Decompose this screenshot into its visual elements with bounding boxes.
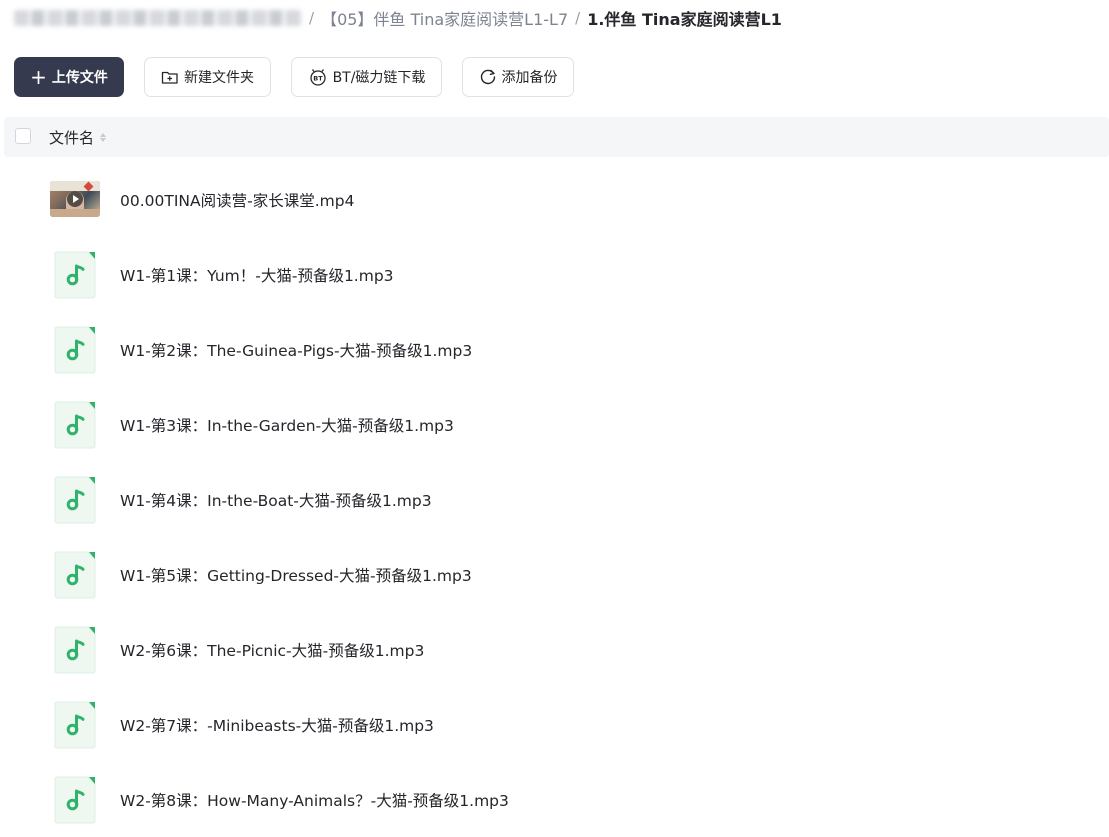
music-note-icon — [54, 401, 96, 449]
sync-icon — [479, 68, 497, 86]
play-icon — [67, 191, 83, 207]
music-note-icon — [54, 701, 96, 749]
svg-text:BT: BT — [313, 75, 323, 83]
upload-file-label: 上传文件 — [51, 70, 108, 86]
file-name[interactable]: W1-第5课：Getting-Dressed-大猫-预备级1.mp3 — [120, 537, 472, 612]
bt-magnet-download-button[interactable]: BT BT/磁力链下载 — [291, 57, 442, 97]
column-header-filename[interactable]: 文件名 — [49, 117, 107, 157]
new-folder-icon — [161, 69, 179, 85]
file-row-audio[interactable]: W1-第2课：The-Guinea-Pigs-大猫-预备级1.mp3 — [0, 312, 1109, 387]
breadcrumb-ancestors-blurred[interactable] — [14, 10, 302, 26]
file-name[interactable]: W1-第4课：In-the-Boat-大猫-预备级1.mp3 — [120, 462, 432, 537]
music-note-icon — [54, 551, 96, 599]
file-row-audio[interactable]: W2-第6课：The-Picnic-大猫-预备级1.mp3 — [0, 612, 1109, 687]
music-note-icon — [54, 626, 96, 674]
file-row-audio[interactable]: W2-第8课：How-Many-Animals？-大猫-预备级1.mp3 — [0, 762, 1109, 837]
file-name[interactable]: W1-第1课：Yum！-大猫-预备级1.mp3 — [120, 237, 394, 312]
breadcrumb: / 【05】伴鱼 Tina家庭阅读营L1-L7 / 1.伴鱼 Tina家庭阅读营… — [14, 6, 782, 30]
file-name[interactable]: W2-第6课：The-Picnic-大猫-预备级1.mp3 — [120, 612, 424, 687]
breadcrumb-current-folder: 1.伴鱼 Tina家庭阅读营L1 — [587, 10, 782, 29]
music-note-icon — [54, 326, 96, 374]
breadcrumb-parent-folder[interactable]: 【05】伴鱼 Tina家庭阅读营L1-L7 — [321, 6, 568, 30]
bt-icon: BT — [308, 68, 328, 86]
music-note-icon — [54, 251, 96, 299]
file-name[interactable]: W2-第8课：How-Many-Animals？-大猫-预备级1.mp3 — [120, 762, 509, 837]
file-name[interactable]: W2-第7课：-Minibeasts-大猫-预备级1.mp3 — [120, 687, 434, 762]
file-name[interactable]: W1-第2课：The-Guinea-Pigs-大猫-预备级1.mp3 — [120, 312, 472, 387]
file-row-audio[interactable]: W1-第5课：Getting-Dressed-大猫-预备级1.mp3 — [0, 537, 1109, 612]
music-note-icon — [54, 776, 96, 824]
video-thumbnail — [50, 181, 100, 217]
file-name[interactable]: W1-第3课：In-the-Garden-大猫-预备级1.mp3 — [120, 387, 454, 462]
file-row-audio[interactable]: W1-第3课：In-the-Garden-大猫-预备级1.mp3 — [0, 387, 1109, 462]
file-row-video[interactable]: 00.00TINA阅读营-家长课堂.mp4 — [0, 162, 1109, 237]
music-note-icon — [54, 476, 96, 524]
breadcrumb-separator: / — [575, 9, 581, 27]
new-folder-button[interactable]: 新建文件夹 — [144, 57, 271, 97]
bt-download-label: BT/磁力链下载 — [332, 70, 426, 86]
select-all-checkbox[interactable] — [15, 128, 31, 144]
file-name[interactable]: 00.00TINA阅读营-家长课堂.mp4 — [120, 162, 354, 237]
plus-icon: + — [30, 65, 47, 89]
file-row-audio[interactable]: W1-第4课：In-the-Boat-大猫-预备级1.mp3 — [0, 462, 1109, 537]
sort-icon[interactable] — [100, 132, 107, 142]
file-row-audio[interactable]: W1-第1课：Yum！-大猫-预备级1.mp3 — [0, 237, 1109, 312]
add-backup-label: 添加备份 — [501, 70, 558, 86]
upload-file-button[interactable]: + 上传文件 — [14, 57, 124, 97]
new-folder-label: 新建文件夹 — [184, 70, 254, 86]
file-table-header: 文件名 — [4, 117, 1109, 157]
add-backup-button[interactable]: 添加备份 — [462, 57, 574, 97]
column-header-filename-label: 文件名 — [49, 128, 95, 147]
breadcrumb-separator: / — [309, 9, 315, 27]
file-row-audio[interactable]: W2-第7课：-Minibeasts-大猫-预备级1.mp3 — [0, 687, 1109, 762]
